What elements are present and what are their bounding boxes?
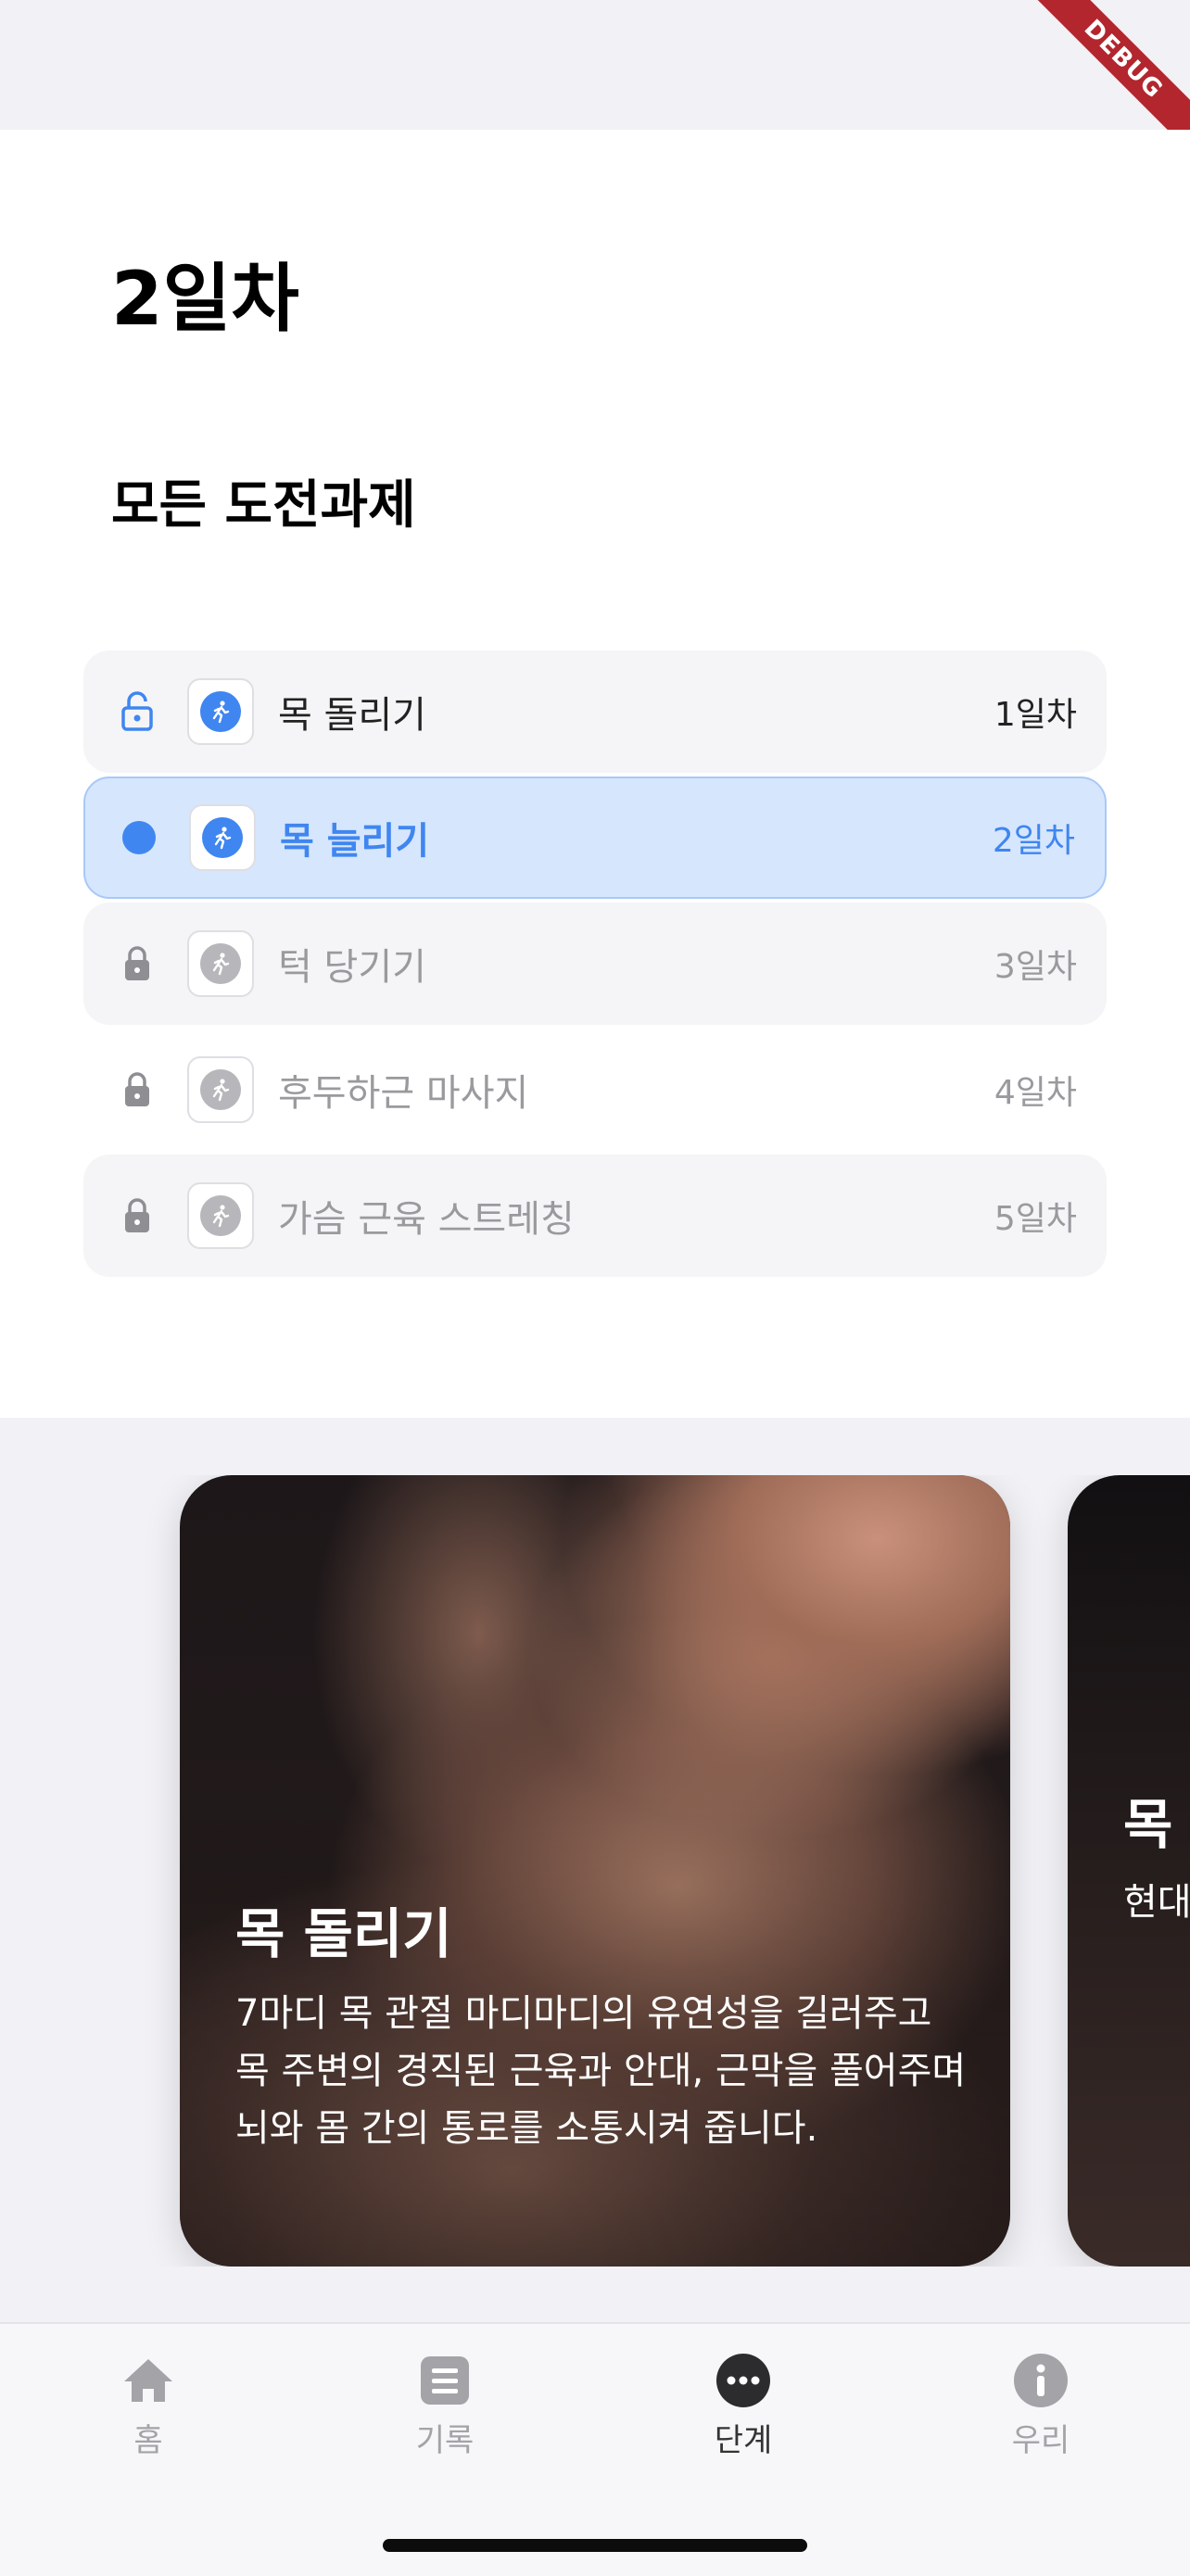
bottom-tab-bar: 홈 기록 단계 우리 [0, 2322, 1190, 2576]
challenge-day: 2일차 [992, 822, 1075, 860]
task-icon-box [187, 1056, 254, 1123]
challenge-label: 목 돌리기 [278, 694, 426, 737]
exercise-card-1[interactable]: 목 돌리기 7마디 목 관절 마디마디의 유연성을 길러주고 목 주변의 경직된… [180, 1475, 1010, 2267]
run-icon [200, 691, 241, 732]
card-title: 목 돌리기 [235, 1902, 452, 1965]
task-icon-box [187, 678, 254, 745]
challenge-day: 5일차 [994, 1200, 1077, 1238]
run-icon [200, 1195, 241, 1236]
document-icon [416, 2352, 474, 2409]
run-icon [200, 1069, 241, 1110]
task-icon-box [187, 1182, 254, 1249]
challenge-list: 목 돌리기 1일차 목 늘리기 2일차 턱 당기기 3일차 후두하근 마사지 4… [83, 650, 1107, 1281]
challenge-label: 목 늘리기 [280, 820, 430, 863]
tab-steps[interactable]: 단계 [669, 2352, 817, 2460]
tab-label: 우리 [1011, 2422, 1070, 2459]
tab-label: 단계 [714, 2422, 773, 2459]
tab-records[interactable]: 기록 [371, 2352, 519, 2460]
challenge-label: 가슴 근육 스트레칭 [278, 1198, 575, 1241]
challenge-label: 턱 당기기 [278, 946, 426, 989]
card-photo [1068, 1475, 1190, 2267]
challenge-day: 3일차 [994, 948, 1077, 986]
lock-icon [111, 1071, 163, 1108]
lock-open-icon [111, 691, 163, 732]
card-title: 목 늘리기 [1123, 1793, 1190, 1856]
challenge-label: 후두하근 마사지 [278, 1072, 529, 1115]
lock-icon [111, 1197, 163, 1234]
tab-label: 홈 [133, 2422, 163, 2459]
challenge-row-3[interactable]: 턱 당기기 3일차 [83, 903, 1107, 1025]
challenge-row-2[interactable]: 목 늘리기 2일차 [83, 777, 1107, 899]
task-icon-box [189, 804, 256, 871]
dot-indicator [113, 821, 165, 854]
challenge-row-4[interactable]: 후두하근 마사지 4일차 [83, 1029, 1107, 1151]
exercise-card-2[interactable]: 목 늘리기 현대인 북목 가진 다. 잘 는 약 움을 [1068, 1475, 1190, 2267]
challenge-row-1[interactable]: 목 돌리기 1일차 [83, 650, 1107, 773]
tab-home[interactable]: 홈 [74, 2352, 222, 2460]
run-icon [200, 943, 241, 984]
task-icon-box [187, 930, 254, 997]
home-icon [120, 2352, 177, 2409]
section-title: 모든 도전과제 [111, 475, 416, 536]
tab-about[interactable]: 우리 [967, 2352, 1115, 2460]
challenge-day: 1일차 [994, 696, 1077, 734]
info-icon [1012, 2352, 1070, 2409]
card-description: 현대인 북목 가진 다. 잘 는 약 움을 [1123, 1881, 1190, 1924]
more-dots-icon [715, 2352, 772, 2409]
challenge-day: 4일차 [994, 1074, 1077, 1112]
page-title: 2일차 [111, 256, 299, 342]
challenge-row-5[interactable]: 가슴 근육 스트레칭 5일차 [83, 1155, 1107, 1277]
exercise-carousel[interactable]: 목 돌리기 7마디 목 관절 마디마디의 유연성을 길러주고 목 주변의 경직된… [0, 1475, 1190, 2267]
lock-icon [111, 945, 163, 982]
run-icon [202, 817, 243, 858]
tab-label: 기록 [415, 2422, 475, 2459]
challenge-panel: 2일차 모든 도전과제 목 돌리기 1일차 목 늘리기 2일차 턱 당기기 3일… [0, 130, 1190, 1418]
card-description: 7마디 목 관절 마디마디의 유연성을 길러주고 목 주변의 경직된 근육과 안… [235, 1992, 967, 2150]
home-indicator [383, 2539, 807, 2552]
